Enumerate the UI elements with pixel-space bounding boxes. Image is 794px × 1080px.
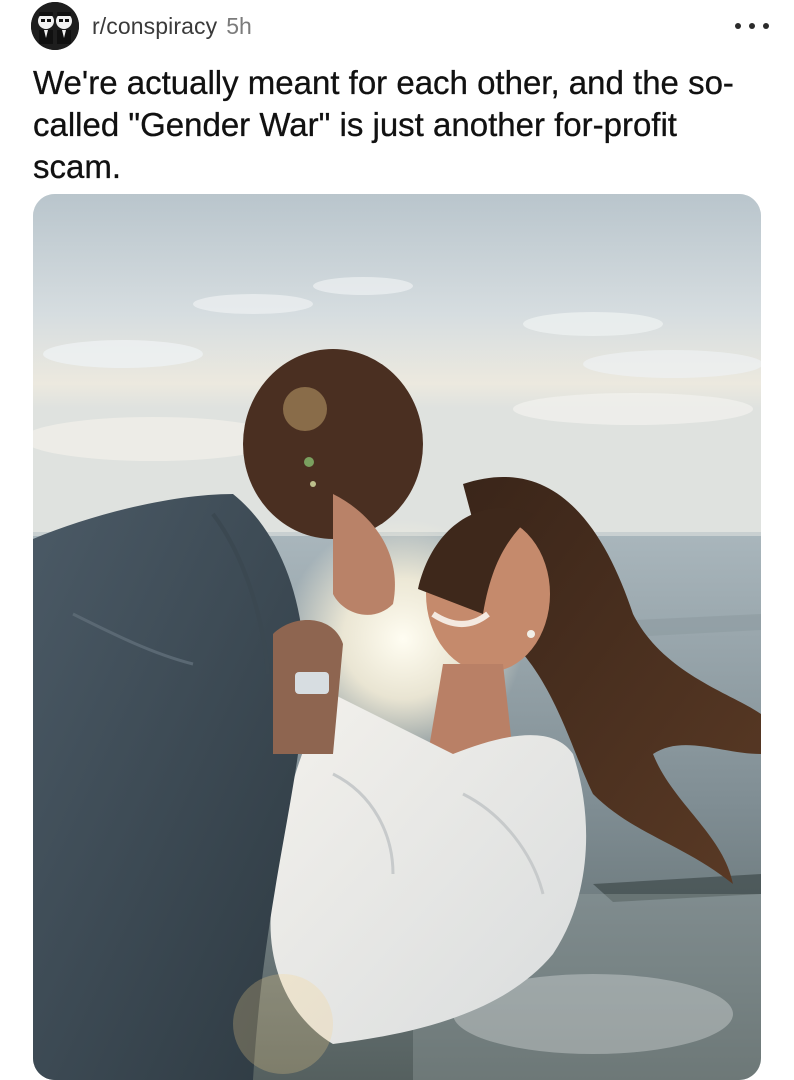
post-card[interactable]: r/conspiracy 5h We're actually meant for… [0, 0, 794, 1080]
more-dot [763, 23, 769, 29]
post-header: r/conspiracy 5h [31, 2, 771, 50]
spy-duo-avatar-icon[interactable] [31, 2, 79, 50]
post-age: 5h [226, 12, 252, 39]
post-title[interactable]: We're actually meant for each other, and… [33, 62, 768, 188]
subreddit-link[interactable]: r/conspiracy [92, 13, 217, 40]
post-image[interactable] [33, 194, 761, 1080]
more-options-icon[interactable] [735, 14, 769, 38]
couple-embracing-by-sea-photo [33, 194, 761, 1080]
more-dot [735, 23, 741, 29]
more-dot [749, 23, 755, 29]
